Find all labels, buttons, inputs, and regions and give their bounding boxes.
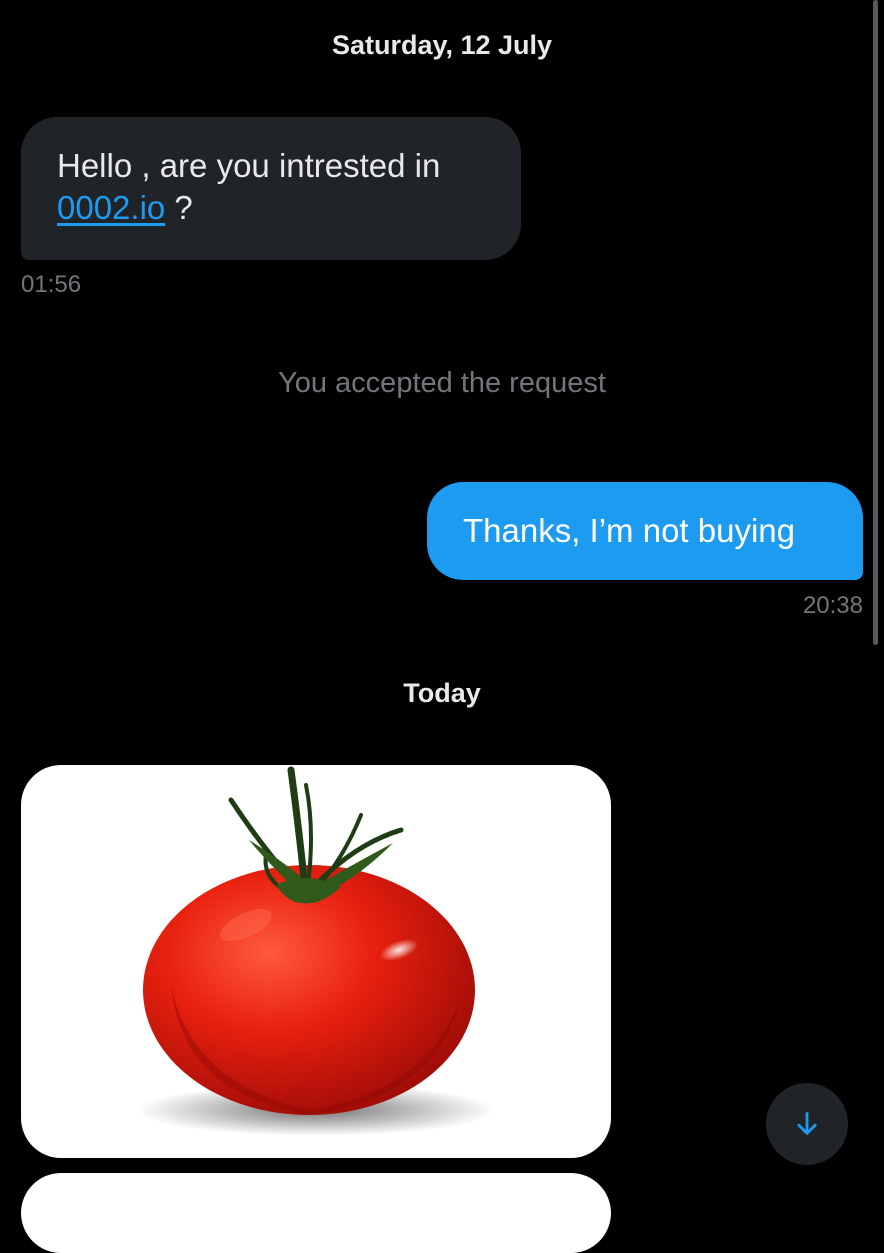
arrow-down-icon [797, 1112, 817, 1135]
date-header-today: Today [403, 678, 481, 708]
message-link[interactable]: 0002.io [57, 189, 165, 226]
tomato-image [136, 766, 496, 1136]
outgoing-message-bubble[interactable]: Thanks, I’m not buying [427, 482, 863, 580]
system-note: You accepted the request [278, 367, 606, 399]
scrollbar[interactable] [873, 0, 878, 645]
message-text: Thanks, I’m not buying [463, 512, 795, 549]
image-message[interactable] [21, 765, 611, 1158]
message-text-end: ? [165, 189, 193, 226]
scroll-down-button[interactable] [766, 1083, 848, 1165]
date-header-saturday: Saturday, 12 July [331, 30, 553, 60]
message-text: Hello , are you intrested in [57, 147, 441, 184]
message-timestamp: 01:56 [21, 271, 82, 298]
image-message[interactable] [21, 1173, 611, 1253]
incoming-message-bubble[interactable]: Hello , are you intrested in 0002.io ? [21, 117, 521, 260]
message-timestamp: 20:38 [802, 592, 863, 619]
